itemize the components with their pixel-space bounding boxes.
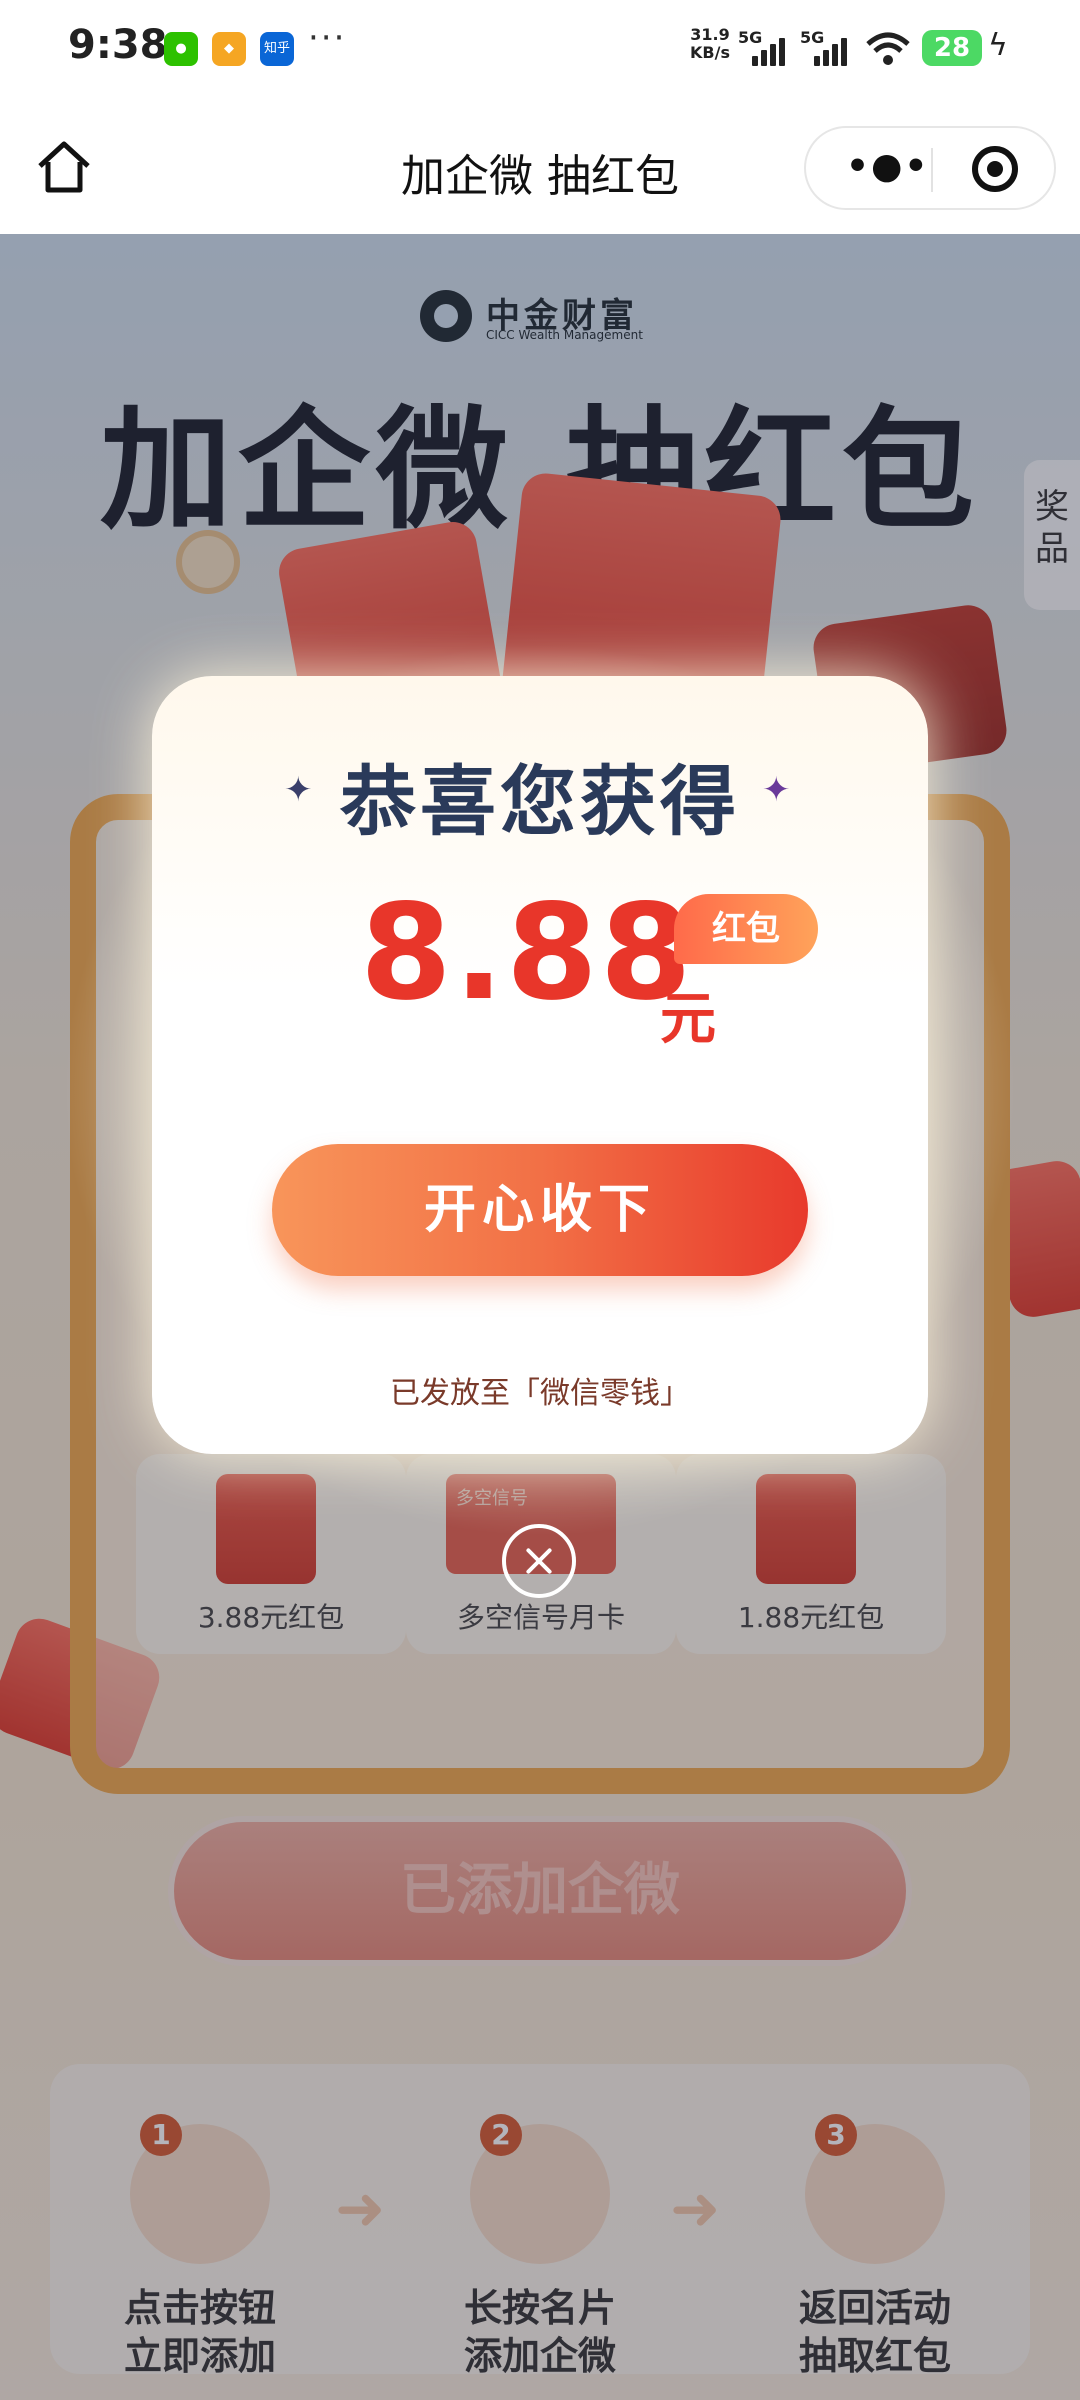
wechat-icon: ●: [164, 32, 198, 66]
red-packet-badge: 红包: [674, 894, 818, 964]
zhihu-icon: 知乎: [260, 32, 294, 66]
signal-bars-2-icon: [814, 36, 854, 66]
signal-bars-1-icon: [752, 36, 792, 66]
close-icon[interactable]: [502, 1524, 576, 1598]
net-speed: 31.9 KB/s: [690, 26, 730, 62]
charging-icon: ϟ: [988, 28, 1008, 63]
wifi-icon: [866, 32, 910, 65]
capsule-divider: [931, 148, 933, 192]
reward-unit: 元: [660, 987, 716, 1052]
sparkle-icon: ✦: [762, 770, 791, 810]
net-speed-value: 31.9: [690, 25, 730, 44]
close-mini-program-icon[interactable]: [972, 146, 1018, 192]
accept-button[interactable]: 开心收下: [272, 1144, 808, 1276]
reward-amount: 8.88: [360, 876, 694, 1030]
more-notifications-icon: ···: [308, 18, 347, 58]
reward-modal: ✦ 恭喜您获得 ✦ 8.88 元 红包 开心收下 已发放至「微信零钱」: [152, 676, 928, 1454]
sent-note: 已发放至「微信零钱」: [390, 1376, 690, 1411]
status-bar: 9:38 ● ◆ 知乎 ··· 31.9 KB/s 5G 5G 28 ϟ: [0, 0, 1080, 100]
battery-level: 28: [922, 30, 982, 66]
modal-title: 恭喜您获得: [340, 757, 740, 846]
more-dots-icon[interactable]: •●•: [846, 146, 929, 187]
mini-program-capsule: •●•: [804, 126, 1056, 210]
nav-bar: 加企微 抽红包 •●•: [0, 100, 1080, 234]
net-speed-unit: KB/s: [690, 43, 730, 62]
status-time: 9:38: [68, 22, 168, 68]
shield-app-icon: ◆: [212, 32, 246, 66]
